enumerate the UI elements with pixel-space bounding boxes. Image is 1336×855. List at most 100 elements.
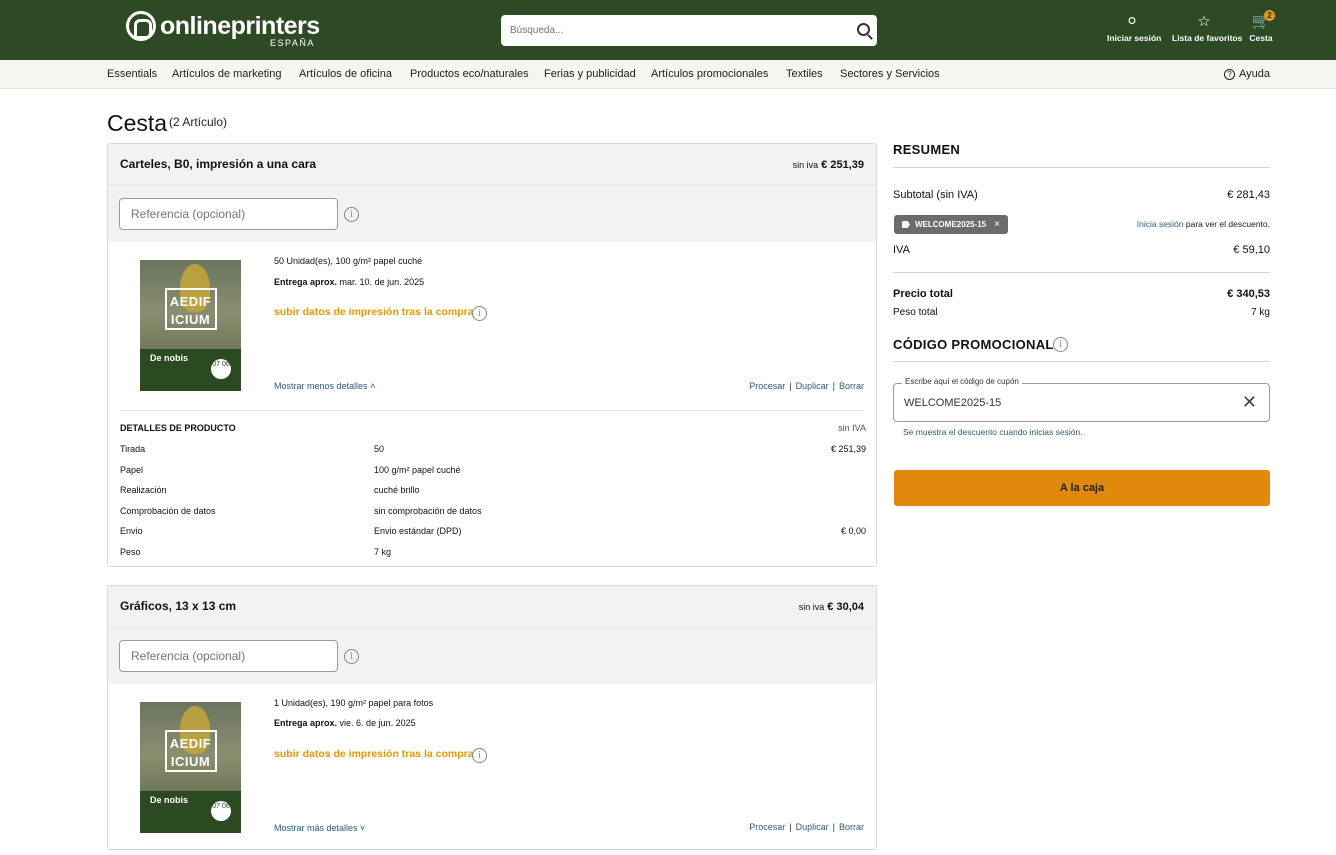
toggle-label: Mostrar más detalles bbox=[274, 823, 358, 833]
favorites-button[interactable]: ☆ Lista de favoritos bbox=[1172, 13, 1242, 44]
nav-item-marketing[interactable]: Artículos de marketing bbox=[172, 68, 281, 80]
detail-price: € 251,39 bbox=[830, 444, 866, 454]
login-button[interactable]: ⚪ Iniciar sesión bbox=[1107, 14, 1161, 44]
delivery-date: mar. 10. de jun. 2025 bbox=[339, 277, 425, 287]
clear-icon[interactable]: ✕ bbox=[1242, 392, 1257, 413]
cart-button[interactable]: 🛒 2 Cesta bbox=[1247, 10, 1275, 43]
reference-zone: i bbox=[108, 628, 876, 684]
reference-input[interactable] bbox=[119, 640, 338, 672]
checkout-button[interactable]: A la caja bbox=[894, 470, 1270, 506]
price-value: € 251,39 bbox=[821, 159, 864, 171]
detail-label: Tirada bbox=[120, 444, 146, 454]
search-input[interactable] bbox=[501, 15, 841, 46]
detail-label: Peso bbox=[120, 547, 141, 557]
search-bar bbox=[501, 15, 877, 46]
upload-data-link[interactable]: subir datos de impresión tras la compra bbox=[274, 306, 474, 318]
nav-item-ferias[interactable]: Ferias y publicidad bbox=[544, 68, 636, 80]
details-heading: DETALLES DE PRODUCTO bbox=[120, 423, 236, 433]
price-tax-note: sin iva bbox=[798, 602, 825, 612]
logo[interactable]: onlineprinters bbox=[126, 11, 320, 41]
detail-value: Envio estándar (DPD) bbox=[374, 526, 462, 536]
logo-icon bbox=[126, 11, 156, 41]
delivery-line: Entrega aprox. mar. 10. de jun. 2025 bbox=[274, 277, 424, 287]
divider bbox=[893, 272, 1270, 273]
duplicate-button[interactable]: Duplicar bbox=[796, 822, 829, 832]
chevron-up-icon: ˄ bbox=[370, 381, 376, 391]
promo-code-field[interactable]: Escribe aquí el código de cupón WELCOME2… bbox=[893, 377, 1270, 422]
nav-item-sectores[interactable]: Sectores y Servicios bbox=[840, 68, 940, 80]
top-header: onlineprinters ESPAÑA ⚪ Iniciar sesión ☆… bbox=[0, 0, 1336, 60]
upload-data-link[interactable]: subir datos de impresión tras la compra bbox=[274, 748, 474, 760]
detail-value: cuché brillo bbox=[374, 485, 420, 495]
product-details: DETALLES DE PRODUCTO sin IVA Tirada 50 €… bbox=[120, 410, 866, 566]
subtotal-label: Subtotal (sin IVA) bbox=[893, 189, 978, 201]
star-icon: ☆ bbox=[1197, 13, 1211, 30]
detail-value: sin comprobación de datos bbox=[374, 506, 482, 516]
thumbnail-subtitle: De nobis bbox=[150, 353, 189, 363]
total-value: € 340,53 bbox=[1227, 288, 1270, 300]
product-body: AEDIF ICIUM De nobis 07 06 1 Unidad(es),… bbox=[108, 684, 876, 849]
applied-coupon-chip: WELCOME2025-15 × bbox=[894, 215, 1008, 234]
process-button[interactable]: Procesar bbox=[749, 822, 785, 832]
weight-row: Peso total 7 kg bbox=[893, 307, 1270, 318]
subtotal-row: Subtotal (sin IVA) € 281,43 bbox=[893, 189, 1270, 201]
item-actions: Procesar | Duplicar | Borrar bbox=[749, 381, 864, 391]
product-title: Gráficos, 13 x 13 cm bbox=[120, 599, 237, 613]
chevron-down-icon: ˅ bbox=[360, 823, 366, 833]
nav-item-oficina[interactable]: Artículos de oficina bbox=[299, 68, 392, 80]
product-thumbnail: AEDIF ICIUM De nobis 07 06 bbox=[140, 260, 241, 391]
delivery-date: vie. 6. de jun. 2025 bbox=[339, 718, 416, 728]
cart-label: Cesta bbox=[1249, 33, 1273, 43]
product-price: sin iva € 30,04 bbox=[799, 601, 864, 613]
detail-label: Realización bbox=[120, 485, 167, 495]
details-tax-note: sin IVA bbox=[838, 423, 866, 433]
iva-value: € 59,10 bbox=[1233, 244, 1270, 256]
cart-item: Gráficos, 13 x 13 cm sin iva € 30,04 i A… bbox=[107, 585, 877, 850]
delete-button[interactable]: Borrar bbox=[839, 822, 864, 832]
cart-item: Carteles, B0, impresión a una cara sin i… bbox=[107, 143, 877, 567]
delete-button[interactable]: Borrar bbox=[839, 381, 864, 391]
promo-input-value[interactable]: WELCOME2025-15 bbox=[904, 397, 1001, 409]
cart-item-header: Gráficos, 13 x 13 cm sin iva € 30,04 bbox=[108, 586, 876, 628]
search-icon[interactable] bbox=[857, 23, 870, 36]
info-icon[interactable]: i bbox=[472, 306, 487, 321]
product-body: AEDIF ICIUM De nobis 07 06 50 Unidad(es)… bbox=[108, 242, 876, 410]
price-tax-note: sin iva bbox=[792, 160, 819, 170]
summary-panel: RESUMEN bbox=[893, 141, 1270, 159]
process-button[interactable]: Procesar bbox=[749, 381, 785, 391]
detail-value: 100 g/m² papel cuché bbox=[374, 465, 461, 475]
info-icon[interactable]: i bbox=[344, 207, 359, 222]
info-icon[interactable]: i bbox=[1053, 337, 1068, 352]
price-value: € 30,04 bbox=[827, 601, 864, 613]
product-price: sin iva € 251,39 bbox=[793, 159, 864, 171]
total-label: Precio total bbox=[893, 288, 953, 300]
duplicate-button[interactable]: Duplicar bbox=[796, 381, 829, 391]
help-link[interactable]: ? Ayuda bbox=[1224, 68, 1270, 80]
toggle-details-link[interactable]: Mostrar más detalles ˅ bbox=[274, 823, 365, 833]
iva-row: IVA € 59,10 bbox=[893, 244, 1270, 256]
toggle-details-link[interactable]: Mostrar menos detalles ˄ bbox=[274, 381, 375, 391]
remove-coupon-icon[interactable]: × bbox=[994, 215, 1000, 234]
cart-count-badge: 2 bbox=[1264, 10, 1275, 21]
nav-item-textiles[interactable]: Textiles bbox=[786, 68, 823, 80]
detail-value: 7 kg bbox=[374, 547, 392, 557]
nav-item-essentials[interactable]: Essentials bbox=[107, 68, 157, 80]
divider bbox=[893, 361, 1270, 362]
info-icon[interactable]: i bbox=[472, 748, 487, 763]
detail-label: Envio bbox=[120, 526, 143, 536]
product-thumbnail: AEDIF ICIUM De nobis 07 06 bbox=[140, 702, 241, 833]
reference-input[interactable] bbox=[119, 198, 338, 230]
reference-zone: i bbox=[108, 186, 876, 242]
toggle-label: Mostrar menos detalles bbox=[274, 381, 368, 391]
login-link[interactable]: Inicia sesión bbox=[1137, 219, 1184, 229]
favorites-label: Lista de favoritos bbox=[1172, 33, 1243, 43]
nav-item-eco[interactable]: Productos eco/naturales bbox=[410, 68, 529, 80]
nav-item-promocionales[interactable]: Artículos promocionales bbox=[651, 68, 768, 80]
detail-label: Papel bbox=[120, 465, 144, 475]
cart-icon: 🛒 2 bbox=[1247, 10, 1275, 30]
help-icon: ? bbox=[1224, 68, 1235, 80]
logo-text: onlineprinters bbox=[160, 12, 320, 40]
subtotal-value: € 281,43 bbox=[1227, 189, 1270, 201]
info-icon[interactable]: i bbox=[344, 649, 359, 664]
tag-icon bbox=[902, 221, 910, 228]
